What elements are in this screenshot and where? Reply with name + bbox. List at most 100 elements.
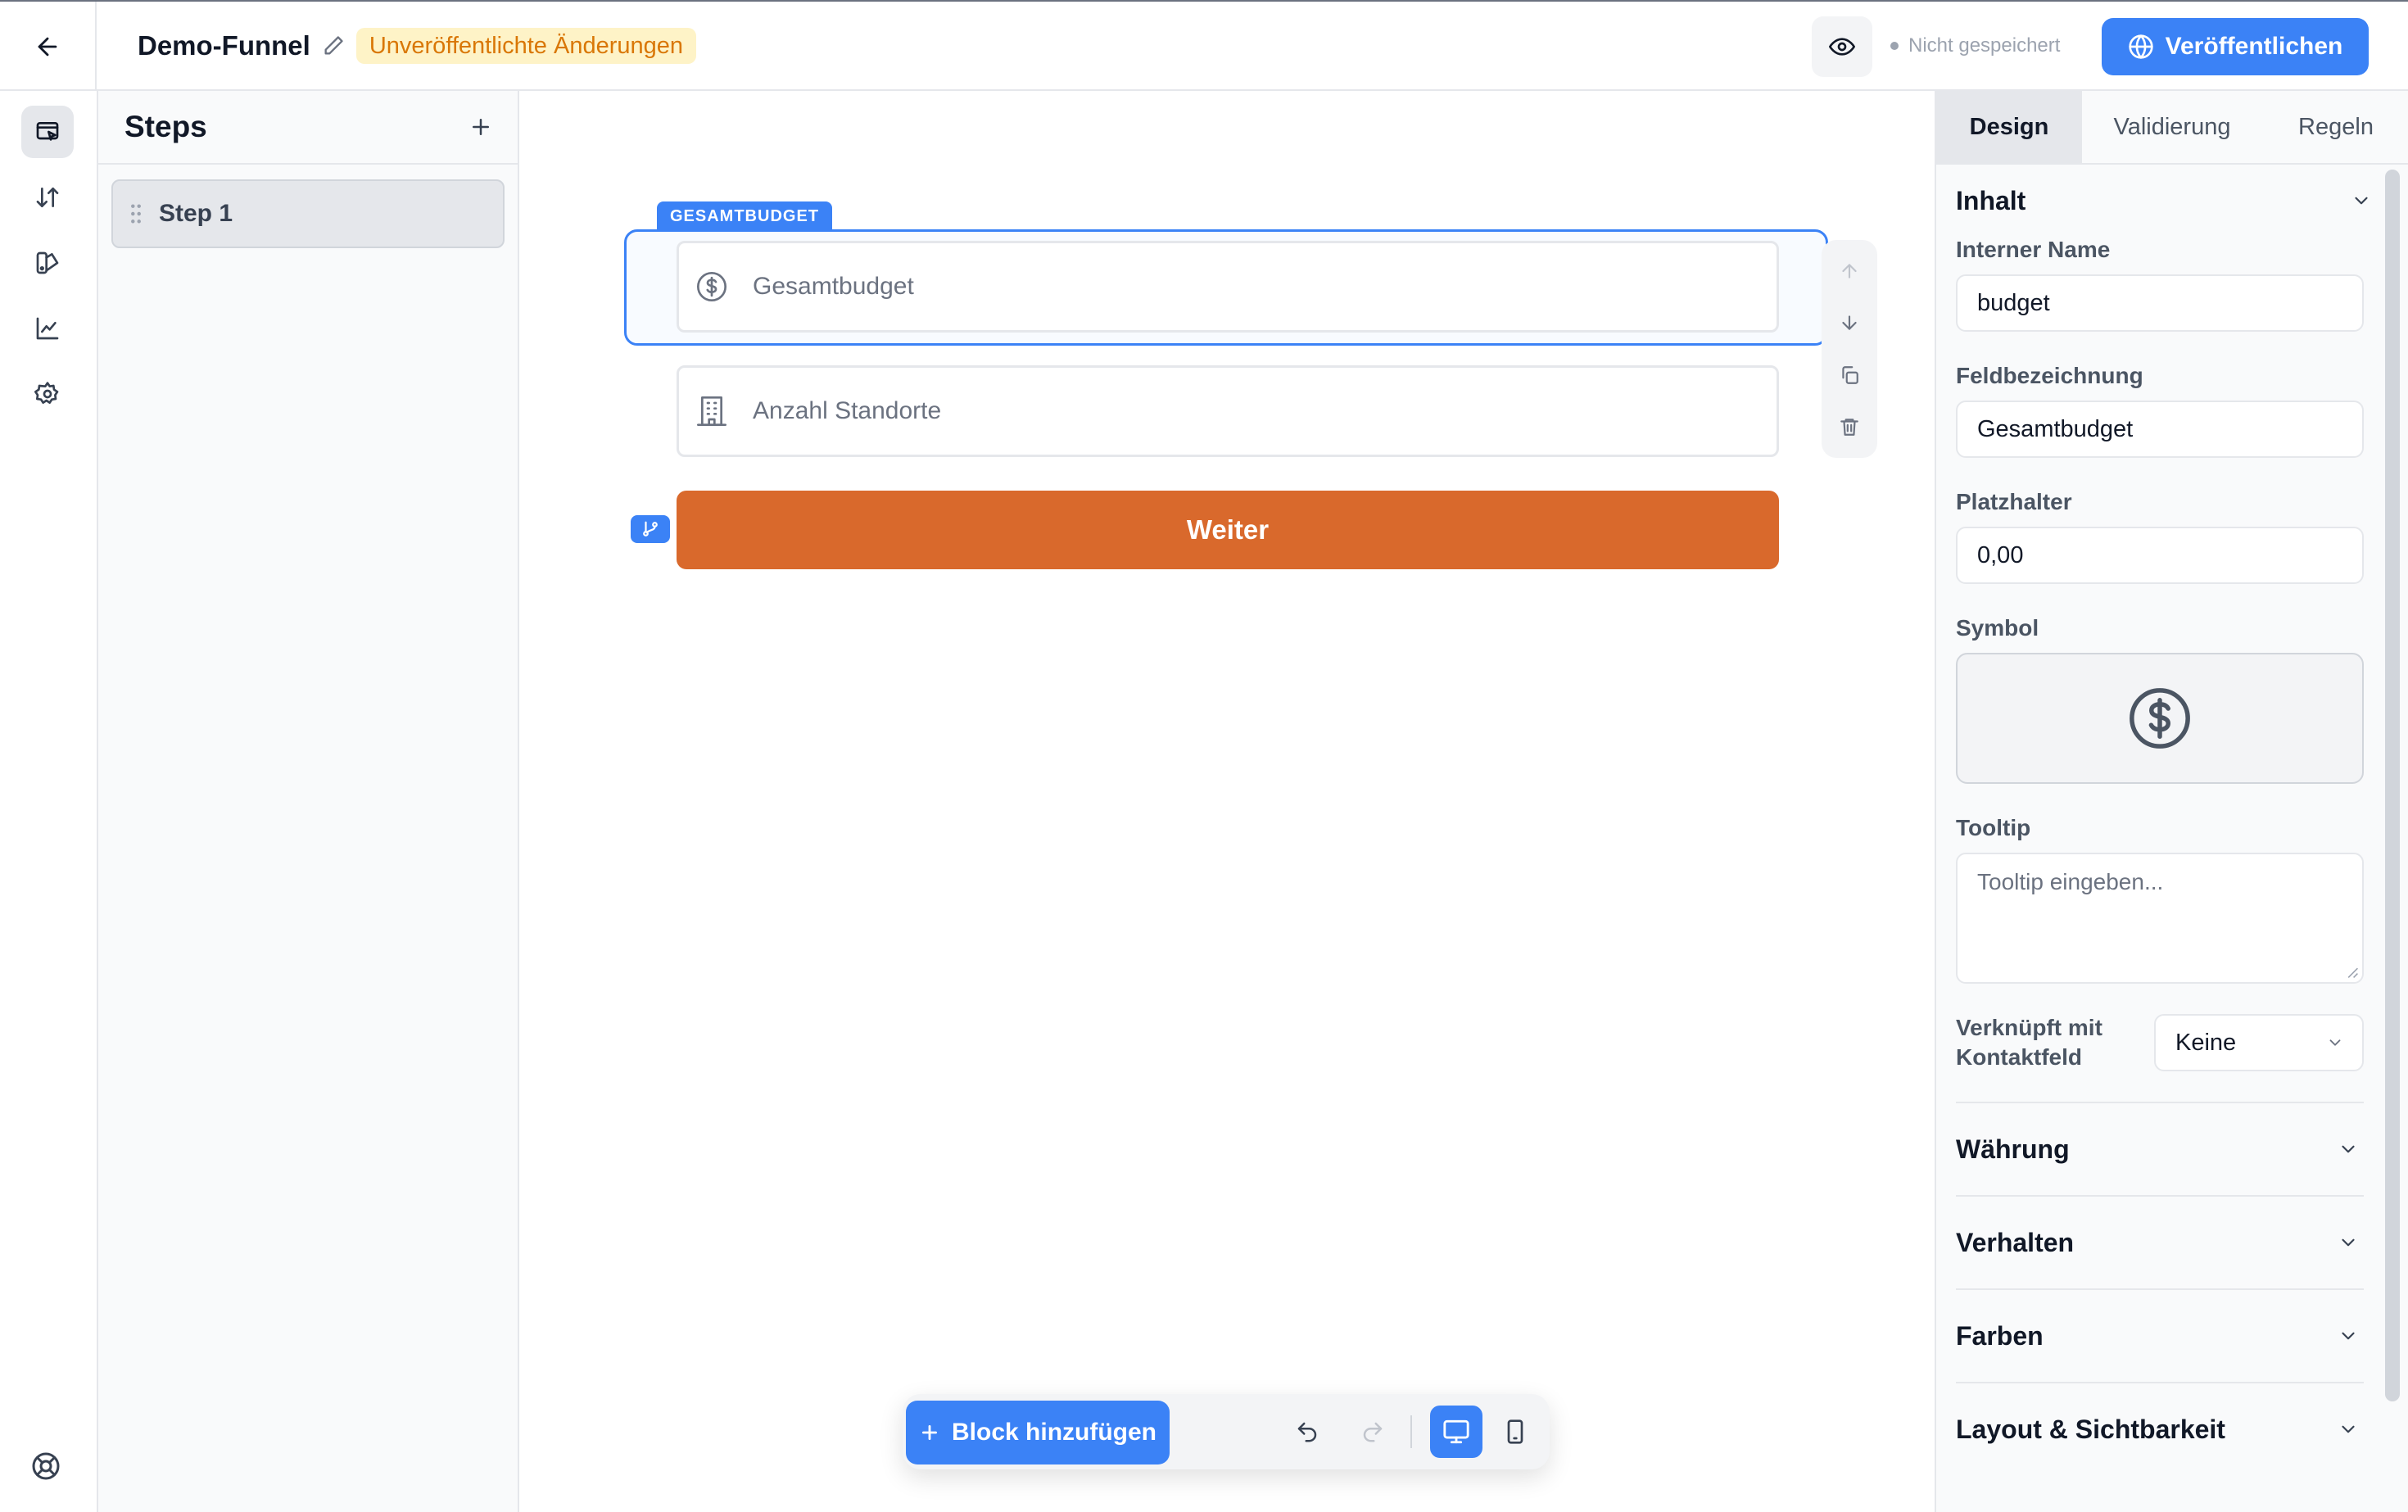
contact-link-label: Verknüpft mit Kontaktfeld [1956, 1013, 2152, 1072]
properties-body: Inhalt Interner Name budget Feldbezeichn… [1956, 165, 2377, 1475]
tooltip-textarea[interactable]: Tooltip eingeben... [1956, 853, 2364, 984]
tooltip-label: Tooltip [1956, 815, 2031, 840]
contact-field-select[interactable]: Keine [2154, 1014, 2364, 1071]
back-button[interactable] [0, 2, 97, 91]
bottom-toolbar: Block hinzufügen [903, 1394, 1550, 1469]
arrow-left-icon [38, 37, 57, 56]
placeholder-input[interactable]: 0,00 [1956, 527, 2364, 584]
rail-item-analytics[interactable] [21, 302, 74, 355]
rail-item-settings[interactable] [21, 368, 74, 420]
save-status-text: Nicht gespeichert [1908, 34, 2061, 57]
gear-icon [34, 382, 59, 404]
preview-button[interactable] [1812, 16, 1872, 77]
dollar-circle-icon [697, 272, 726, 301]
monitor-icon [1443, 1419, 1469, 1444]
chevron-down-icon [2342, 1425, 2355, 1433]
plus-icon [922, 1425, 937, 1440]
mobile-view-button[interactable] [1489, 1406, 1541, 1458]
rail-item-editor[interactable] [21, 106, 74, 158]
locations-field[interactable]: Anzahl Standorte [677, 365, 1779, 457]
arrow-down-icon [1842, 315, 1857, 330]
field-label-input[interactable]: Gesamtbudget [1956, 401, 2364, 458]
status-dot [1890, 42, 1899, 50]
symbol-picker[interactable] [1956, 653, 2364, 784]
chevron-down-icon [2355, 197, 2368, 205]
toolbar-divider [1410, 1415, 1412, 1448]
internal-name-input[interactable]: budget [1956, 274, 2364, 332]
redo-icon [1363, 1422, 1383, 1442]
placeholder-label: Platzhalter [1956, 489, 2072, 514]
dollar-circle-icon [2130, 688, 2190, 749]
selected-block-tag: GESAMTBUDGET [657, 201, 832, 231]
smartphone-icon [1507, 1419, 1523, 1444]
publish-label: Veröffentlichen [2165, 33, 2343, 60]
section-currency[interactable]: Währung [1956, 1102, 2364, 1195]
locations-field-placeholder: Anzahl Standorte [753, 397, 942, 424]
steps-panel: Steps Step 1 [98, 91, 519, 1512]
editor-cursor-icon [36, 122, 59, 141]
globe-icon [2128, 34, 2153, 59]
internal-name-label: Interner Name [1956, 237, 2111, 262]
desktop-view-button[interactable] [1430, 1406, 1482, 1458]
block-actions [1822, 240, 1877, 458]
edit-title-button[interactable] [322, 34, 345, 57]
tab-rules[interactable]: Regeln [2262, 91, 2408, 163]
section-content-title: Inhalt [1956, 185, 2026, 215]
step-label: Step 1 [159, 200, 233, 227]
funnel-title: Demo-Funnel [138, 30, 310, 61]
steps-header: Steps [98, 91, 518, 165]
budget-field[interactable]: Gesamtbudget [677, 241, 1779, 333]
chevron-down-icon [2342, 1145, 2355, 1153]
eye-icon [1829, 38, 1855, 56]
section-colors-title: Farben [1956, 1320, 2044, 1351]
field-label-label: Feldbezeichnung [1956, 363, 2143, 388]
chevron-down-icon [2329, 1039, 2341, 1046]
delete-button[interactable] [1839, 416, 1860, 437]
panel-scrollbar[interactable] [2385, 170, 2400, 1401]
title-group: Demo-Funnel Unveröffentlichte Änderungen [138, 25, 697, 67]
rail-item-sort[interactable] [21, 171, 74, 224]
properties-tabs: Design Validierung Regeln [1936, 91, 2408, 165]
section-behavior[interactable]: Verhalten [1956, 1195, 2364, 1288]
unpublished-badge: Unveröffentlichte Änderungen [355, 28, 697, 64]
add-block-button[interactable]: Block hinzufügen [906, 1401, 1170, 1464]
step-item[interactable]: Step 1 [111, 179, 505, 248]
section-layout-visibility[interactable]: Layout & Sichtbarkeit [1956, 1382, 2364, 1475]
tab-design[interactable]: Design [1936, 91, 2082, 163]
symbol-label: Symbol [1956, 615, 2039, 641]
budget-field-placeholder: Gesamtbudget [753, 273, 914, 300]
add-block-label: Block hinzufügen [952, 1419, 1156, 1446]
git-branch-icon [643, 521, 658, 536]
branch-logic-button[interactable] [631, 515, 670, 543]
top-bar: Demo-Funnel Unveröffentlichte Änderungen… [0, 0, 2408, 91]
redo-button[interactable] [1347, 1406, 1399, 1458]
resize-grip-icon[interactable] [2346, 966, 2359, 979]
section-content-header[interactable]: Inhalt [1956, 165, 2377, 237]
duplicate-button[interactable] [1839, 364, 1860, 386]
arrows-up-down-icon [36, 188, 59, 207]
contact-field-value: Keine [2175, 1029, 2237, 1056]
section-behavior-title: Verhalten [1956, 1227, 2075, 1257]
move-down-button[interactable] [1839, 312, 1860, 333]
add-step-button[interactable] [468, 115, 493, 139]
chevron-down-icon [2342, 1238, 2355, 1247]
tooltip-placeholder: Tooltip eingeben... [1977, 869, 2164, 894]
undo-button[interactable] [1281, 1406, 1333, 1458]
drag-handle-icon[interactable] [128, 203, 144, 224]
contact-link-label-line2: Kontaktfeld [1956, 1044, 2082, 1070]
section-currency-title: Währung [1956, 1134, 2070, 1164]
contact-link-row: Verknüpft mit Kontaktfeld Keine [1956, 1013, 2364, 1072]
rail-item-design[interactable] [21, 237, 74, 289]
move-up-button[interactable] [1839, 260, 1860, 282]
tab-validation[interactable]: Validierung [2082, 91, 2262, 163]
copy-icon [1842, 365, 1858, 384]
next-button[interactable]: Weiter [677, 491, 1779, 569]
publish-button[interactable]: Veröffentlichen [2102, 18, 2369, 75]
save-status: Nicht gespeichert [1890, 31, 2060, 61]
section-colors[interactable]: Farben [1956, 1288, 2364, 1382]
contact-link-label-line1: Verknüpft mit [1956, 1015, 2102, 1040]
properties-panel: Design Validierung Regeln Inhalt Interne… [1935, 91, 2408, 1512]
help-button[interactable] [31, 1451, 67, 1487]
chart-line-icon [36, 317, 59, 340]
chevron-down-icon [2342, 1332, 2355, 1340]
